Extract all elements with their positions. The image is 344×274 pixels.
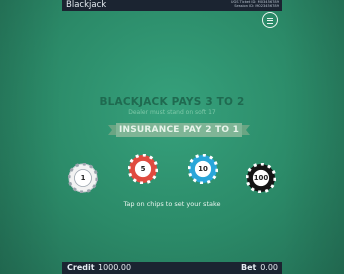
game-title: Blackjack (66, 0, 107, 10)
chip-10[interactable]: 10 (187, 153, 219, 185)
insurance-ribbon: INSURANCE PAY 2 TO 1 (108, 122, 250, 138)
blackjack-pays-text: BLACKJACK PAYS 3 TO 2 (99, 96, 245, 108)
chip-5[interactable]: 5 (127, 153, 159, 185)
hamburger-icon (267, 20, 273, 22)
hamburger-icon (267, 22, 273, 24)
left-side-panel (0, 0, 62, 274)
credit-label: Credit (67, 263, 95, 272)
right-side-panel (282, 0, 344, 274)
top-bar: Blackjack UGS Ticket ID: M03456789 Sessi… (62, 0, 282, 11)
session-id: Session ID: M023456789 (234, 4, 279, 9)
session-info: UGS Ticket ID: M03456789 Session ID: M02… (231, 0, 279, 8)
credit-value: 1000.00 (98, 263, 132, 272)
bottom-bar: Credit 1000.00 Bet 0.00 (62, 262, 282, 274)
chip-100[interactable]: 100 (245, 162, 277, 194)
hamburger-icon (267, 17, 273, 19)
chip-5-value: 5 (140, 165, 146, 173)
dealer-rule-text: Dealer must stand on soft 17 (128, 109, 216, 116)
bet-value: 0.00 (260, 263, 278, 272)
chip-10-value: 10 (198, 165, 208, 173)
chip-1-value: 1 (80, 174, 86, 182)
menu-button[interactable] (262, 12, 278, 28)
insurance-text: INSURANCE PAY 2 TO 1 (118, 125, 240, 135)
bet-label: Bet (241, 263, 257, 272)
chip-100-value: 100 (253, 174, 269, 182)
chip-1[interactable]: 1 (67, 162, 99, 194)
stake-hint: Tap on chips to set your stake (123, 200, 221, 208)
